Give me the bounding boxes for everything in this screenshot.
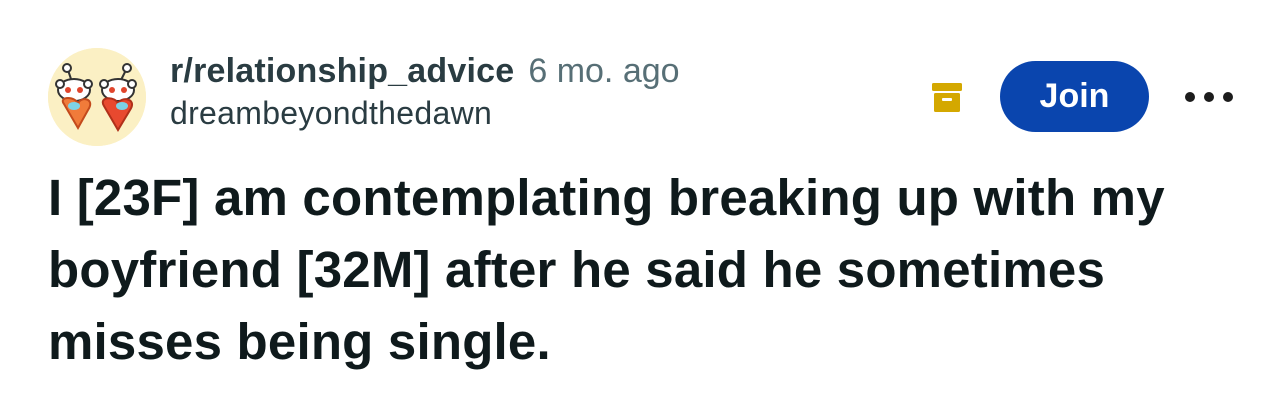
subreddit-link[interactable]: r/relationship_advice	[170, 52, 514, 91]
author-link[interactable]: dreambeyondthedawn	[170, 95, 680, 132]
more-dot	[1185, 92, 1195, 102]
subreddit-avatar[interactable]	[48, 48, 146, 146]
archive-icon	[930, 80, 964, 114]
post-timestamp: 6 mo. ago	[528, 52, 680, 90]
post-meta: r/relationship_advice 6 mo. ago dreambey…	[170, 52, 680, 132]
more-dot	[1204, 92, 1214, 102]
more-dot	[1223, 92, 1233, 102]
snoo-hearts-icon	[48, 48, 146, 146]
join-button[interactable]: Join	[1000, 61, 1149, 132]
post-meta-row: r/relationship_advice 6 mo. ago	[170, 52, 680, 91]
post-title[interactable]: I [23F] am contemplating breaking up wit…	[48, 162, 1258, 378]
more-options-icon[interactable]	[1185, 85, 1233, 109]
post-header-card: r/relationship_advice 6 mo. ago dreambey…	[0, 0, 1284, 403]
